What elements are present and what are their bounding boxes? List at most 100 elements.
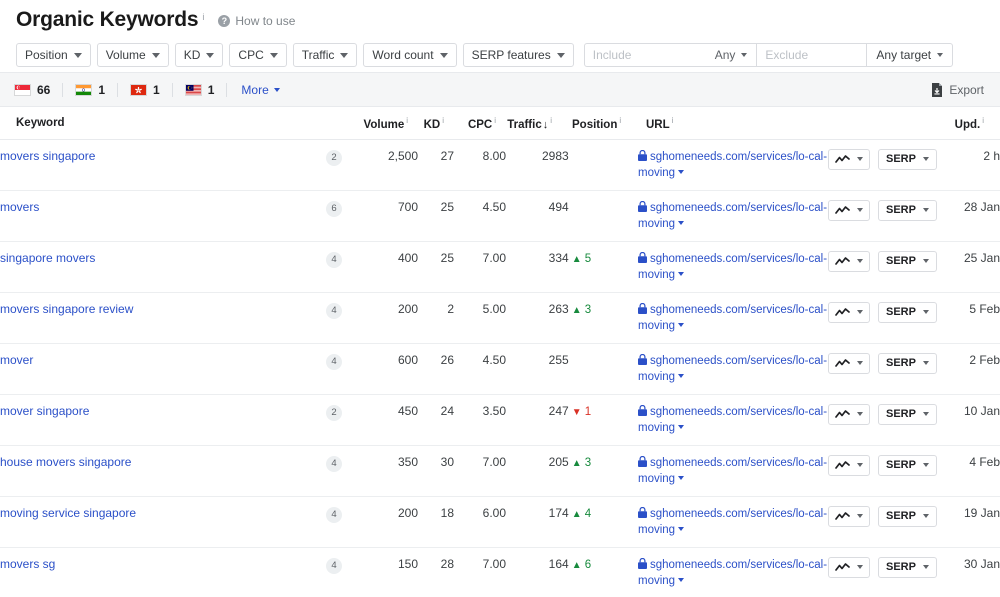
url-link[interactable]: sghomeneeds.com/services/lo-cal-moving bbox=[638, 455, 828, 487]
col-position[interactable]: Positioni bbox=[562, 107, 638, 139]
filter-position[interactable]: Position bbox=[16, 43, 91, 67]
col-kd[interactable]: KDi bbox=[418, 107, 454, 139]
position-history-button[interactable] bbox=[828, 506, 870, 527]
col-updated[interactable]: Upd.i bbox=[938, 107, 1000, 139]
position-history-button[interactable] bbox=[828, 149, 870, 170]
country-chip-hk[interactable]: 1 bbox=[117, 83, 172, 97]
serp-label: SERP bbox=[886, 510, 916, 522]
country-chip-in[interactable]: 1 bbox=[62, 83, 117, 97]
position-history-button[interactable] bbox=[828, 455, 870, 476]
chevron-down-icon[interactable] bbox=[678, 221, 684, 225]
chevron-down-icon[interactable] bbox=[678, 527, 684, 531]
cell-position: 5▲ 3 bbox=[562, 445, 638, 496]
include-mode-select[interactable]: Any bbox=[713, 44, 757, 66]
url-link[interactable]: sghomeneeds.com/services/lo-cal-moving bbox=[638, 506, 828, 538]
url-text: sghomeneeds.com/services/lo-cal-moving bbox=[638, 151, 827, 179]
url-link[interactable]: sghomeneeds.com/services/lo-cal-moving bbox=[638, 251, 828, 283]
serp-button[interactable]: SERP bbox=[878, 353, 937, 374]
info-superscript-icon[interactable]: i bbox=[494, 116, 496, 125]
serp-button[interactable]: SERP bbox=[878, 251, 937, 272]
url-link[interactable]: sghomeneeds.com/services/lo-cal-moving bbox=[638, 149, 828, 181]
filter-word-count[interactable]: Word count bbox=[363, 43, 456, 67]
keyword-link[interactable]: movers bbox=[0, 200, 39, 214]
position-history-button[interactable] bbox=[828, 404, 870, 425]
how-to-use-link[interactable]: ? How to use bbox=[218, 8, 295, 28]
col-volume[interactable]: Volumei bbox=[350, 107, 418, 139]
country-chip-sg[interactable]: 66 bbox=[14, 83, 62, 97]
more-countries-button[interactable]: More bbox=[226, 83, 279, 97]
serp-button[interactable]: SERP bbox=[878, 506, 937, 527]
lock-icon bbox=[638, 150, 647, 161]
chevron-down-icon bbox=[857, 361, 863, 365]
target-select[interactable]: Any target bbox=[866, 44, 952, 66]
filter-serp-features[interactable]: SERP features bbox=[463, 43, 574, 67]
serp-button[interactable]: SERP bbox=[878, 455, 937, 476]
country-chip-my[interactable]: 1 bbox=[172, 83, 227, 97]
url-link[interactable]: sghomeneeds.com/services/lo-cal-moving bbox=[638, 200, 828, 232]
keyword-link[interactable]: movers singapore review bbox=[0, 302, 133, 316]
cell-url: sghomeneeds.com/services/lo-cal-moving bbox=[638, 394, 828, 445]
export-button[interactable]: Export bbox=[931, 83, 984, 97]
serp-button[interactable]: SERP bbox=[878, 557, 937, 578]
cell-cpc: 3.50 bbox=[454, 394, 506, 445]
keyword-link[interactable]: mover singapore bbox=[0, 404, 89, 418]
position-history-button[interactable] bbox=[828, 353, 870, 374]
filter-cpc[interactable]: CPC bbox=[229, 43, 286, 67]
cell-url: sghomeneeds.com/services/lo-cal-moving bbox=[638, 547, 828, 597]
col-url[interactable]: URLi bbox=[638, 107, 828, 139]
chevron-down-icon[interactable] bbox=[678, 272, 684, 276]
keyword-link[interactable]: movers sg bbox=[0, 557, 55, 571]
chevron-down-icon[interactable] bbox=[678, 578, 684, 582]
info-superscript-icon[interactable]: i bbox=[406, 116, 408, 125]
position-history-button[interactable] bbox=[828, 557, 870, 578]
url-link[interactable]: sghomeneeds.com/services/lo-cal-moving bbox=[638, 302, 828, 334]
filter-traffic[interactable]: Traffic bbox=[293, 43, 358, 67]
row-action-buttons: SERP bbox=[828, 200, 938, 221]
chevron-down-icon[interactable] bbox=[678, 170, 684, 174]
sort-descending-icon: ↓ bbox=[543, 119, 549, 131]
row-action-buttons: SERP bbox=[828, 455, 938, 476]
position-history-button[interactable] bbox=[828, 200, 870, 221]
url-link[interactable]: sghomeneeds.com/services/lo-cal-moving bbox=[638, 557, 828, 589]
cell-volume: 400 bbox=[350, 241, 418, 292]
url-link[interactable]: sghomeneeds.com/services/lo-cal-moving bbox=[638, 353, 828, 385]
col-actions bbox=[828, 107, 938, 139]
serp-button[interactable]: SERP bbox=[878, 200, 937, 221]
col-cpc[interactable]: CPCi bbox=[454, 107, 506, 139]
keyword-link[interactable]: mover bbox=[0, 353, 33, 367]
info-superscript-icon[interactable]: i bbox=[442, 116, 444, 125]
serp-button[interactable]: SERP bbox=[878, 149, 937, 170]
position-history-button[interactable] bbox=[828, 251, 870, 272]
filter-kd[interactable]: KD bbox=[175, 43, 224, 67]
position-change: ▼ 1 bbox=[572, 406, 592, 418]
include-input[interactable]: Include bbox=[585, 44, 713, 66]
col-traffic[interactable]: Traffic↓i bbox=[506, 107, 562, 139]
chevron-down-icon[interactable] bbox=[678, 425, 684, 429]
cell-volume: 150 bbox=[350, 547, 418, 597]
chevron-down-icon[interactable] bbox=[678, 374, 684, 378]
keyword-link[interactable]: movers singapore bbox=[0, 149, 95, 163]
chevron-down-icon[interactable] bbox=[678, 323, 684, 327]
info-superscript-icon[interactable]: i bbox=[550, 116, 552, 125]
arrow-up-icon: ▲ bbox=[572, 458, 582, 469]
keyword-link[interactable]: moving service singapore bbox=[0, 506, 136, 520]
chevron-down-icon[interactable] bbox=[678, 476, 684, 480]
url-text: sghomeneeds.com/services/lo-cal-moving bbox=[638, 202, 827, 230]
info-superscript-icon[interactable]: i bbox=[202, 12, 204, 22]
serp-button[interactable]: SERP bbox=[878, 302, 937, 323]
keyword-link[interactable]: singapore movers bbox=[0, 251, 95, 265]
url-link[interactable]: sghomeneeds.com/services/lo-cal-moving bbox=[638, 404, 828, 436]
word-count-badge: 4 bbox=[326, 252, 342, 268]
url-text: sghomeneeds.com/services/lo-cal-moving bbox=[638, 304, 827, 332]
serp-button[interactable]: SERP bbox=[878, 404, 937, 425]
info-superscript-icon[interactable]: i bbox=[982, 116, 984, 125]
info-superscript-icon[interactable]: i bbox=[619, 116, 621, 125]
exclude-input[interactable]: Exclude bbox=[756, 44, 866, 66]
line-chart-icon bbox=[835, 206, 850, 215]
word-count-badge: 4 bbox=[326, 354, 342, 370]
info-superscript-icon[interactable]: i bbox=[672, 116, 674, 125]
position-history-button[interactable] bbox=[828, 302, 870, 323]
filter-volume[interactable]: Volume bbox=[97, 43, 169, 67]
keyword-link[interactable]: house movers singapore bbox=[0, 455, 131, 469]
col-keyword[interactable]: Keyword bbox=[0, 107, 318, 139]
